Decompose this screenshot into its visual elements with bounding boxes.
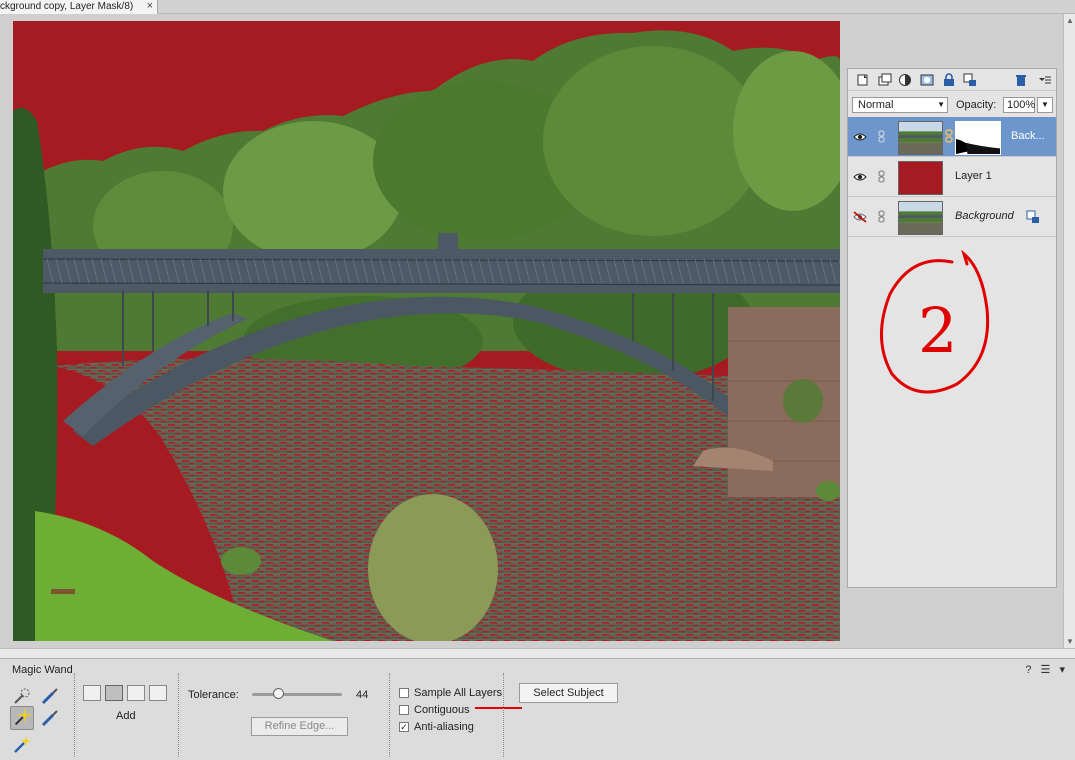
contiguous-label: Contiguous	[414, 704, 470, 716]
select-subject-button[interactable]: Select Subject	[519, 683, 618, 703]
vertical-scrollbar[interactable]: ▲ ▼	[1063, 14, 1075, 648]
scroll-down-icon[interactable]: ▼	[1066, 637, 1074, 646]
separator	[178, 673, 179, 757]
close-tab-icon[interactable]: ×	[147, 0, 153, 13]
new-layer-icon[interactable]	[856, 73, 870, 87]
lock-icon[interactable]	[1026, 210, 1040, 224]
anti-aliasing-checkbox[interactable]: ✓	[399, 722, 409, 732]
delete-layer-icon[interactable]	[1014, 73, 1028, 87]
opacity-value: 100%	[1007, 99, 1036, 111]
chevron-down-icon: ▼	[937, 100, 945, 109]
link-icon[interactable]	[878, 130, 885, 143]
layer-thumbnail[interactable]	[898, 201, 943, 235]
subtract-from-selection-button[interactable]	[127, 685, 145, 701]
new-group-icon[interactable]	[878, 73, 892, 87]
separator	[389, 673, 390, 757]
scroll-up-icon[interactable]: ▲	[1066, 16, 1074, 25]
layer-mask-thumbnail[interactable]	[955, 121, 1001, 155]
help-icon[interactable]: ?	[1025, 664, 1031, 676]
new-selection-button[interactable]	[83, 685, 101, 701]
eye-icon[interactable]	[853, 171, 867, 183]
layer-thumbnail[interactable]	[898, 121, 943, 155]
tolerance-slider[interactable]	[252, 688, 342, 699]
sample-all-layers-label: Sample All Layers	[414, 687, 503, 699]
link-icon[interactable]	[878, 170, 885, 183]
annotation-number: 2	[918, 294, 957, 367]
blend-mode-select[interactable]: Normal ▼	[852, 97, 948, 113]
options-bar-controls: ? ☰ ▾	[1019, 663, 1065, 676]
link-icon[interactable]	[878, 210, 885, 223]
layer-name[interactable]: Back...	[1011, 130, 1045, 142]
refine-edge-button[interactable]: Refine Edge...	[251, 717, 348, 736]
tolerance-value[interactable]: 44	[356, 689, 368, 701]
annotation-circled-number: 2	[880, 249, 990, 394]
refine-brush-tool-icon[interactable]	[38, 706, 62, 730]
layer-row[interactable]: Back...	[848, 117, 1056, 157]
document-tab-title: ckground copy, Layer Mask/8)	[0, 1, 134, 12]
opacity-dropdown-button[interactable]: ▼	[1037, 97, 1053, 113]
sample-all-layers-checkbox[interactable]	[399, 688, 409, 698]
eye-hidden-icon[interactable]	[853, 211, 867, 223]
annotation-underline	[475, 707, 522, 709]
mask-link-icon[interactable]	[945, 129, 953, 143]
quick-selection-tool-icon[interactable]	[10, 684, 34, 708]
contiguous-checkbox[interactable]	[399, 705, 409, 715]
collapse-chevron-icon[interactable]: ▾	[1059, 663, 1065, 676]
tolerance-slider-thumb[interactable]	[273, 688, 284, 699]
separator	[503, 673, 504, 757]
intersect-selection-button[interactable]	[149, 685, 167, 701]
separator	[74, 673, 75, 757]
layer-name[interactable]: Layer 1	[955, 170, 992, 182]
layer-name[interactable]: Background	[955, 210, 1014, 222]
tolerance-label: Tolerance:	[188, 689, 239, 701]
options-menu-icon[interactable]: ☰	[1041, 663, 1051, 676]
adjustment-layer-icon[interactable]	[898, 73, 912, 87]
document-tab-strip: ckground copy, Layer Mask/8) ×	[0, 0, 1075, 14]
add-to-selection-button[interactable]	[105, 685, 123, 701]
blend-mode-value: Normal	[858, 99, 894, 111]
eye-icon[interactable]	[853, 131, 867, 143]
document-tab[interactable]: ckground copy, Layer Mask/8) ×	[0, 0, 158, 14]
anti-aliasing-label: Anti-aliasing	[414, 721, 474, 733]
layers-toolbar	[848, 69, 1056, 91]
selection-brush-tool-icon[interactable]	[38, 684, 62, 708]
horizontal-scrollbar[interactable]	[0, 648, 1075, 658]
tool-name: Magic Wand	[12, 664, 73, 676]
opacity-field[interactable]: 100%	[1003, 97, 1035, 113]
layer-row[interactable]: Layer 1	[848, 157, 1056, 197]
opacity-label: Opacity:	[956, 99, 997, 111]
selection-mode-label: Add	[116, 710, 136, 722]
auto-selection-tool-icon[interactable]	[10, 732, 34, 756]
layers-options-row: Normal ▼ Opacity: 100% ▼	[848, 91, 1056, 117]
layer-row[interactable]: Background	[848, 197, 1056, 237]
panel-menu-icon[interactable]	[1038, 73, 1052, 87]
magic-wand-tool-icon[interactable]	[10, 706, 34, 730]
tool-options-bar: Magic Wand ? ☰ ▾ Add Tolerance: 44 Refin…	[0, 658, 1075, 760]
lock-all-icon[interactable]	[942, 73, 956, 87]
layer-thumbnail[interactable]	[898, 161, 943, 195]
add-mask-icon[interactable]	[920, 73, 934, 87]
lock-transparent-icon[interactable]	[963, 73, 977, 87]
document-image[interactable]	[13, 21, 840, 641]
